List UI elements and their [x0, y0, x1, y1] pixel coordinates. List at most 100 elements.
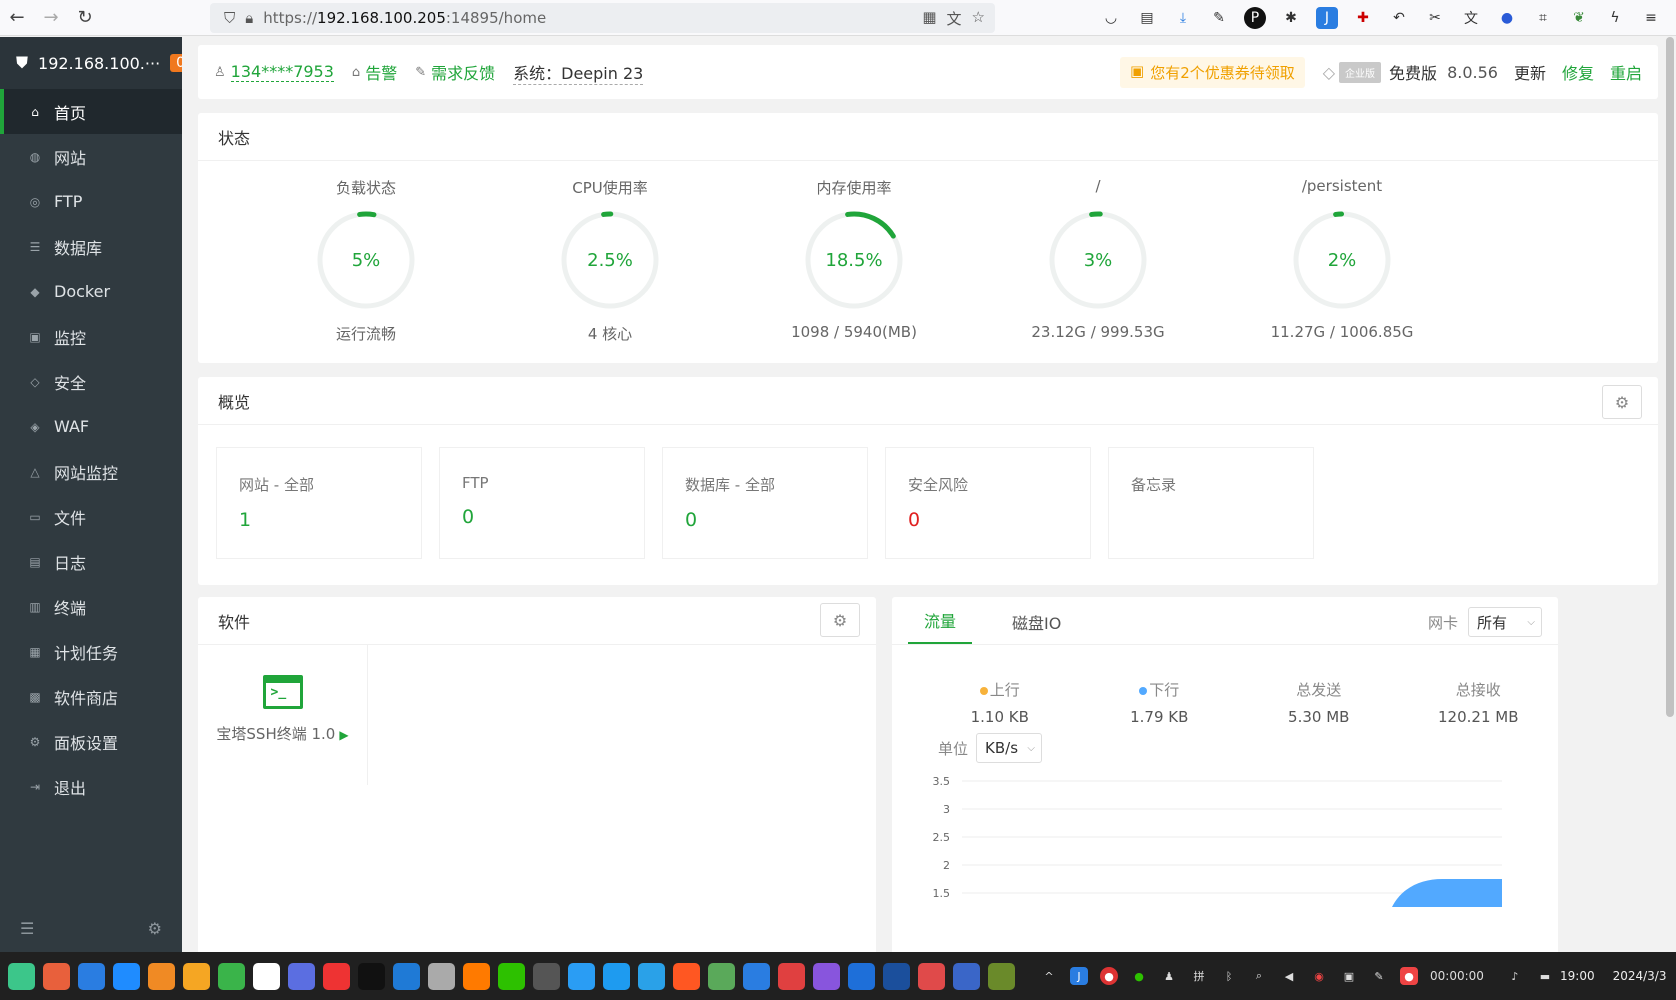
- qr-code-icon[interactable]: ▦: [922, 8, 936, 29]
- reader-icon[interactable]: ▤: [1136, 7, 1158, 29]
- address-bar[interactable]: ⛉ 🔒︎ https://192.168.100.205:14895/home …: [210, 3, 995, 33]
- tray-toggle-icon[interactable]: ▬: [1536, 967, 1554, 985]
- software-tile-ssh[interactable]: >_ 宝塔SSH终端 1.0 ▶: [198, 645, 368, 785]
- overview-settings-button[interactable]: ⚙: [1602, 385, 1642, 419]
- taskbar-app-icon[interactable]: [743, 962, 770, 990]
- tray-expand-icon[interactable]: ^: [1040, 967, 1058, 985]
- taskbar-app-icon[interactable]: [918, 962, 945, 990]
- puzzle-icon[interactable]: ✱: [1280, 7, 1302, 29]
- sidebar-item-0[interactable]: ⌂ 首页: [0, 89, 182, 134]
- pocket-icon[interactable]: ◡: [1100, 7, 1122, 29]
- taskbar-app-icon[interactable]: [533, 962, 560, 990]
- clock-date[interactable]: 2024/3/3: [1613, 969, 1667, 983]
- taskbar-app-icon[interactable]: [883, 962, 910, 990]
- forward-icon[interactable]: →: [34, 0, 68, 36]
- p-extension-icon[interactable]: P: [1244, 7, 1266, 29]
- taskbar-app-icon[interactable]: [813, 962, 840, 990]
- sidebar-item-7[interactable]: ◈ WAF: [0, 404, 182, 449]
- collapse-menu-icon[interactable]: ☰: [20, 919, 34, 938]
- sidebar-item-6[interactable]: ◇ 安全: [0, 359, 182, 404]
- menu-icon[interactable]: ≡: [1640, 7, 1662, 29]
- tray-screen-icon[interactable]: ▣: [1340, 967, 1358, 985]
- coupon-banner[interactable]: ▣ 您有2个优惠券待领取: [1120, 56, 1305, 88]
- taskbar-app-icon[interactable]: [638, 962, 665, 990]
- sidebar-settings-icon[interactable]: ⚙: [148, 919, 162, 938]
- tray-input-method-icon[interactable]: 拼: [1190, 967, 1208, 985]
- update-button[interactable]: 更新: [1514, 60, 1546, 84]
- sidebar-item-4[interactable]: ◆ Docker: [0, 269, 182, 314]
- taskbar-app-icon[interactable]: [988, 962, 1015, 990]
- j-extension-icon[interactable]: J: [1316, 7, 1338, 29]
- taskbar-app-icon[interactable]: [603, 962, 630, 990]
- sidebar-item-10[interactable]: ▤ 日志: [0, 539, 182, 584]
- clock-time[interactable]: 19:00: [1560, 969, 1595, 983]
- scissors-icon[interactable]: ✂: [1424, 7, 1446, 29]
- tray-pen-icon[interactable]: ✎: [1370, 967, 1388, 985]
- taskbar-app-icon[interactable]: [323, 962, 350, 990]
- taskbar-app-icon[interactable]: [568, 962, 595, 990]
- taskbar-app-icon[interactable]: [113, 962, 140, 990]
- gauge-4[interactable]: /persistent 2% 11.27G / 1006.85G: [1220, 161, 1464, 344]
- gauge-0[interactable]: 负载状态 5% 运行流畅: [244, 161, 488, 344]
- gauge-2[interactable]: 内存使用率 18.5% 1098 / 5940(MB): [732, 161, 976, 344]
- leaf-icon[interactable]: ❦: [1568, 7, 1590, 29]
- taskbar-app-icon[interactable]: [393, 962, 420, 990]
- sidebar-item-12[interactable]: ▦ 计划任务: [0, 629, 182, 674]
- overview-box-2[interactable]: 数据库 - 全部 0: [662, 447, 868, 559]
- tray-notification-icon[interactable]: ♪: [1506, 967, 1524, 985]
- tray-volume-icon[interactable]: ◀: [1280, 967, 1298, 985]
- overview-box-4[interactable]: 备忘录: [1108, 447, 1314, 559]
- taskbar-app-icon[interactable]: [253, 962, 280, 990]
- reload-icon[interactable]: ↻: [68, 0, 102, 36]
- tray-red-icon[interactable]: ●: [1100, 967, 1118, 985]
- taskbar-app-icon[interactable]: [288, 962, 315, 990]
- taskbar-app-icon[interactable]: [463, 962, 490, 990]
- unit-select[interactable]: KB/s ⌵: [976, 733, 1043, 763]
- sidebar-item-15[interactable]: ⇥ 退出: [0, 764, 182, 809]
- software-settings-button[interactable]: ⚙: [820, 603, 860, 637]
- download-icon[interactable]: ⤓: [1172, 7, 1194, 29]
- taskbar-app-icon[interactable]: [43, 962, 70, 990]
- taskbar-app-icon[interactable]: [218, 962, 245, 990]
- restart-button[interactable]: 重启: [1610, 60, 1642, 84]
- translate-icon[interactable]: 文: [947, 8, 962, 29]
- bolt-icon[interactable]: ϟ: [1604, 7, 1626, 29]
- tray-wechat-icon[interactable]: ●: [1130, 967, 1148, 985]
- tab-disk-io[interactable]: 磁盘IO: [996, 610, 1077, 644]
- play-icon[interactable]: ▶: [339, 728, 348, 742]
- bookmark-star-icon[interactable]: ☆: [972, 8, 985, 29]
- tray-qq-icon[interactable]: ♟: [1160, 967, 1178, 985]
- sidebar-item-5[interactable]: ▣ 监控: [0, 314, 182, 359]
- tray-camera-icon[interactable]: ●: [1400, 967, 1418, 985]
- taskbar-app-icon[interactable]: [78, 962, 105, 990]
- sidebar-item-3[interactable]: ☰ 数据库: [0, 224, 182, 269]
- crop-icon[interactable]: ⌗: [1532, 7, 1554, 29]
- tray-record-icon[interactable]: ◉: [1310, 967, 1328, 985]
- gift-icon[interactable]: ✚: [1352, 7, 1374, 29]
- overview-box-3[interactable]: 安全风险 0: [885, 447, 1091, 559]
- taskbar-app-icon[interactable]: [708, 962, 735, 990]
- back-icon[interactable]: ←: [0, 0, 34, 36]
- taskbar-app-icon[interactable]: [428, 962, 455, 990]
- sidebar-item-14[interactable]: ⚙ 面板设置: [0, 719, 182, 764]
- wrench-icon[interactable]: ✎: [1208, 7, 1230, 29]
- nic-select[interactable]: 所有 ⌵: [1468, 607, 1542, 637]
- sidebar-item-2[interactable]: ◎ FTP: [0, 179, 182, 224]
- taskbar-app-icon[interactable]: [498, 962, 525, 990]
- sidebar-item-13[interactable]: ▩ 软件商店: [0, 674, 182, 719]
- tray-search-icon[interactable]: ⌕: [1250, 967, 1268, 985]
- taskbar-app-icon[interactable]: [8, 962, 35, 990]
- overview-box-0[interactable]: 网站 - 全部 1: [216, 447, 422, 559]
- user-link[interactable]: ♙ 134****7953: [214, 62, 334, 82]
- taskbar-app-icon[interactable]: [673, 962, 700, 990]
- overview-box-1[interactable]: FTP 0: [439, 447, 645, 559]
- enterprise-badge[interactable]: 企业版: [1339, 61, 1382, 83]
- taskbar-app-icon[interactable]: [953, 962, 980, 990]
- translate-ext-icon[interactable]: 文: [1460, 7, 1482, 29]
- sidebar-item-8[interactable]: △ 网站监控: [0, 449, 182, 494]
- tray-bluetooth-icon[interactable]: ᛒ: [1220, 967, 1238, 985]
- circle-ext-icon[interactable]: ●: [1496, 7, 1518, 29]
- taskbar-app-icon[interactable]: [778, 962, 805, 990]
- page-scrollbar[interactable]: [1666, 37, 1674, 717]
- tab-traffic[interactable]: 流量: [908, 608, 973, 644]
